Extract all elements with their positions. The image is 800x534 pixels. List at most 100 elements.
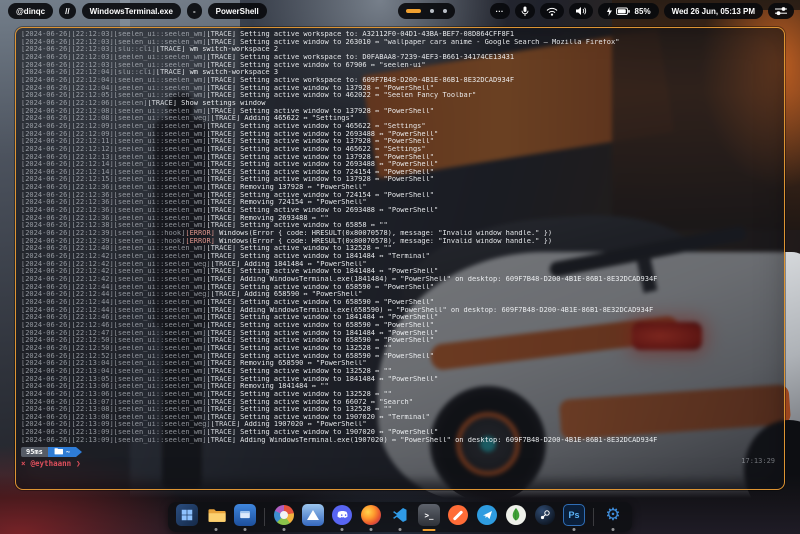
log-line: [2024-06-26][22:12:14][seelen_ui::seelen… (21, 169, 779, 177)
workspace-dot[interactable] (443, 9, 447, 13)
dock-separator (264, 508, 265, 526)
window-app-icon (234, 504, 256, 526)
dock: >_ Ps ⚙ (168, 502, 632, 532)
toolbar-right-group: ··· 85% Wed 26 Jun, 05:13 PM (490, 3, 794, 19)
dock-item-file-explorer[interactable] (204, 503, 228, 531)
log-line: [2024-06-26][22:13:05][seelen_ui::seelen… (21, 376, 779, 384)
terminal-window[interactable]: [2024-06-26][22:12:03][seelen_ui::seelen… (15, 27, 785, 490)
folder-icon (54, 447, 63, 458)
running-indicator-dot (612, 528, 615, 531)
dock-item-window-app[interactable] (233, 503, 257, 531)
battery-button[interactable]: 85% (598, 3, 659, 19)
log-line: [2024-06-26][22:13:09][seelen_ui::seelen… (21, 437, 779, 445)
triangle-app-icon (302, 504, 324, 526)
running-indicator-dot (370, 528, 373, 531)
dash-pill[interactable]: - (187, 3, 202, 19)
log-line: [2024-06-26][22:12:12][seelen_ui::seelen… (21, 146, 779, 154)
dock-item-settings[interactable]: ⚙ (601, 503, 625, 531)
photoshop-icon: Ps (563, 504, 585, 526)
dock-item-discord[interactable] (330, 503, 354, 531)
prompt-duration: 95ms (21, 447, 48, 457)
prompt-clock: 17:13:29 (741, 457, 775, 465)
battery-percent: 85% (635, 7, 651, 16)
log-line: [2024-06-26][22:12:03][seelen_ui::seelen… (21, 62, 779, 70)
overflow-button[interactable]: ··· (490, 3, 510, 19)
battery-icon (616, 7, 631, 16)
focused-window-title-pill[interactable]: PowerShell (208, 3, 267, 19)
log-line: [2024-06-26][22:12:36][seelen_ui::seelen… (21, 215, 779, 223)
terminal-icon: >_ (418, 504, 440, 526)
prompt-user-line[interactable]: × @eythaann ❯ (21, 459, 779, 468)
log-line: [2024-06-26][22:12:42][seelen_ui::seelen… (21, 261, 779, 269)
log-line: [2024-06-26][22:12:03][seelen_ui::seelen… (21, 54, 779, 62)
log-line: [2024-06-26][22:12:38][seelen_ui::seelen… (21, 222, 779, 230)
discord-icon (331, 504, 353, 526)
blue-circle-app-icon (476, 504, 498, 526)
log-line: [2024-06-26][22:12:08][seelen_ui::seelen… (21, 108, 779, 116)
user-pill[interactable]: @dinqc (8, 3, 53, 19)
dock-item-orange-circle-app[interactable] (446, 503, 470, 531)
log-line: [2024-06-26][22:13:08][seelen_ui::seelen… (21, 406, 779, 414)
log-line: [2024-06-26][22:12:42][seelen_ui::seelen… (21, 253, 779, 261)
orange-circle-app-icon (447, 504, 469, 526)
running-indicator-dot (244, 528, 247, 531)
log-line: [2024-06-26][22:12:47][seelen_ui::seelen… (21, 330, 779, 338)
toggles-icon (774, 6, 788, 16)
log-line: [2024-06-26][22:12:06][seelen][TRACE] Sh… (21, 100, 779, 108)
log-line: [2024-06-26][22:12:44][seelen_ui::seelen… (21, 284, 779, 292)
log-line: [2024-06-26][22:12:42][seelen_ui::seelen… (21, 276, 779, 284)
file-explorer-icon (205, 504, 227, 526)
workspace-active-indicator[interactable] (406, 9, 421, 13)
quick-settings-button[interactable] (768, 3, 794, 19)
log-line: [2024-06-26][22:12:14][seelen_ui::seelen… (21, 161, 779, 169)
log-line: [2024-06-26][22:12:04][seelen_ui::seelen… (21, 77, 779, 85)
dock-item-terminal[interactable]: >_ (417, 503, 441, 531)
log-line: [2024-06-26][22:12:09][seelen_ui::seelen… (21, 123, 779, 131)
microphone-button[interactable] (515, 3, 535, 19)
dock-item-blue-circle-app[interactable] (475, 503, 499, 531)
log-line: [2024-06-26][22:13:08][seelen_ui::seelen… (21, 414, 779, 422)
network-button[interactable] (540, 3, 564, 19)
dock-item-leaf-app[interactable] (504, 503, 528, 531)
log-line: [2024-06-26][22:12:04][slu::cli][TRACE] … (21, 69, 779, 77)
log-line: [2024-06-26][22:12:09][seelen_ui::seelen… (21, 131, 779, 139)
settings-icon: ⚙ (602, 504, 624, 526)
dock-item-triangle-app[interactable] (301, 503, 325, 531)
log-line: [2024-06-26][22:12:50][seelen_ui::seelen… (21, 337, 779, 345)
workspace-dot[interactable] (430, 9, 434, 13)
dock-item-photoshop[interactable]: Ps (562, 503, 586, 531)
log-line: [2024-06-26][22:12:13][seelen_ui::seelen… (21, 154, 779, 162)
dock-item-firefox[interactable] (359, 503, 383, 531)
log-line: [2024-06-26][22:12:39][seelen_ui::hook][… (21, 230, 779, 238)
charging-bolt-icon (606, 7, 612, 16)
dock-item-color-wheel-app[interactable] (272, 503, 296, 531)
log-line: [2024-06-26][22:12:46][seelen_ui::seelen… (21, 322, 779, 330)
vscode-icon (389, 504, 411, 526)
powerline-arrow (76, 447, 82, 457)
log-line: [2024-06-26][22:12:36][seelen_ui::seelen… (21, 199, 779, 207)
dock-item-steam[interactable] (533, 503, 557, 531)
log-line: [2024-06-26][22:13:09][seelen_ui::seelen… (21, 429, 779, 437)
running-indicator-dot (341, 528, 344, 531)
focused-app-pill[interactable]: WindowsTerminal.exe (82, 3, 181, 19)
log-line: [2024-06-26][22:13:04][seelen_ui::seelen… (21, 368, 779, 376)
workspace-switcher[interactable] (398, 3, 455, 19)
speaker-icon (575, 6, 587, 16)
start-menu-icon (176, 504, 198, 526)
dock-item-start-menu[interactable] (175, 503, 199, 531)
dock-item-vscode[interactable] (388, 503, 412, 531)
separator-pill[interactable]: // (59, 3, 75, 19)
prompt-username: @eythaann (31, 459, 72, 468)
prompt-path-segment: ~ (48, 447, 76, 457)
toolbar-left-group: @dinqc // WindowsTerminal.exe - PowerShe… (8, 3, 267, 19)
log-line: [2024-06-26][22:12:05][seelen_ui::seelen… (21, 92, 779, 100)
log-line: [2024-06-26][22:12:39][seelen_ui::hook][… (21, 238, 779, 246)
volume-button[interactable] (569, 3, 593, 19)
shell-prompt: 95ms ~ (21, 447, 779, 457)
log-line: [2024-06-26][22:12:11][seelen_ui::seelen… (21, 138, 779, 146)
datetime-pill[interactable]: Wed 26 Jun, 05:13 PM (664, 3, 763, 19)
log-line: [2024-06-26][22:12:03][seelen_ui::seelen… (21, 39, 779, 47)
log-line: [2024-06-26][22:12:08][seelen_ui::seelen… (21, 115, 779, 123)
log-line: [2024-06-26][22:12:44][seelen_ui::seelen… (21, 291, 779, 299)
color-wheel-app-icon (273, 504, 295, 526)
